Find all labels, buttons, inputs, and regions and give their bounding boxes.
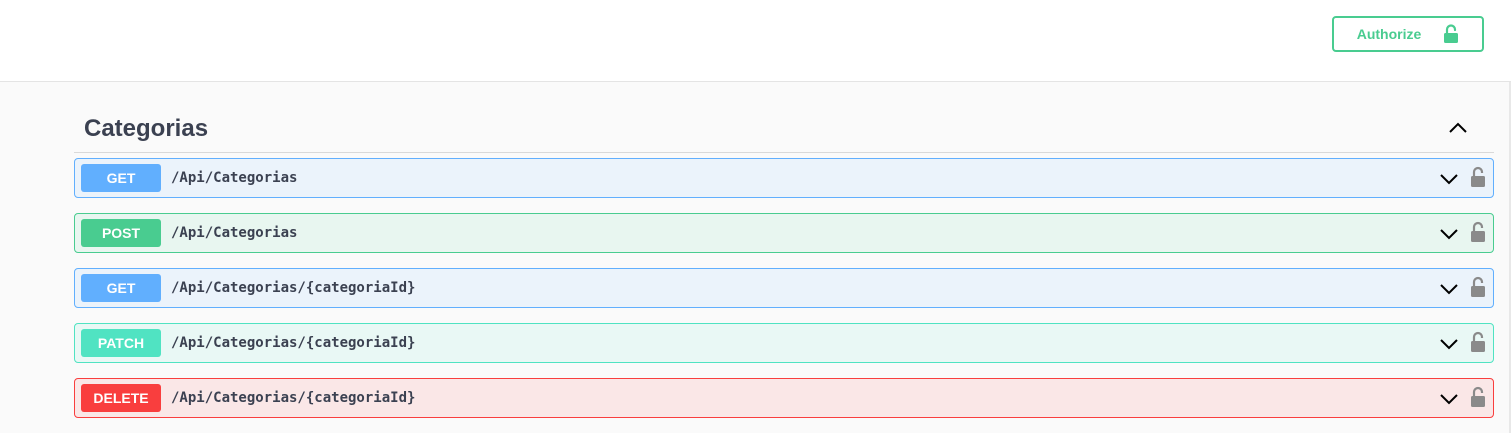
operation-path: /Api/Categorias/{categoriaId} — [171, 280, 416, 296]
operation-path: /Api/Categorias/{categoriaId} — [171, 335, 416, 351]
operation-patch-categoria[interactable]: PATCH /Api/Categorias/{categoriaId} — [74, 323, 1494, 363]
top-bar: Authorize — [0, 0, 1511, 82]
chevron-down-icon[interactable] — [1439, 336, 1459, 352]
operation-get-categoria-by-id[interactable]: GET /Api/Categorias/{categoriaId} — [74, 268, 1494, 308]
tag-section-header[interactable]: Categorias — [74, 104, 1494, 153]
chevron-down-icon[interactable] — [1439, 226, 1459, 242]
tag-title: Categorias — [84, 115, 209, 142]
operation-path: /Api/Categorias — [171, 170, 298, 186]
lock-icon[interactable] — [1470, 386, 1486, 408]
chevron-down-icon[interactable] — [1439, 391, 1459, 407]
operation-delete-categoria[interactable]: DELETE /Api/Categorias/{categoriaId} — [74, 378, 1494, 418]
method-badge: PATCH — [81, 329, 161, 357]
lock-icon[interactable] — [1470, 276, 1486, 298]
lock-icon[interactable] — [1470, 331, 1486, 353]
operation-path: /Api/Categorias — [171, 225, 298, 241]
authorize-label: Authorize — [1356, 26, 1422, 42]
method-badge: POST — [81, 219, 161, 247]
method-badge: DELETE — [81, 384, 161, 412]
operation-path: /Api/Categorias/{categoriaId} — [171, 390, 416, 406]
operation-get-categorias[interactable]: GET /Api/Categorias — [74, 158, 1494, 198]
chevron-down-icon[interactable] — [1439, 281, 1459, 297]
lock-icon[interactable] — [1470, 166, 1486, 188]
method-badge: GET — [81, 274, 161, 302]
lock-open-icon — [1443, 24, 1459, 44]
chevron-down-icon[interactable] — [1439, 171, 1459, 187]
lock-icon[interactable] — [1470, 221, 1486, 243]
authorize-button[interactable]: Authorize — [1332, 16, 1484, 52]
method-badge: GET — [81, 164, 161, 192]
chevron-up-icon[interactable] — [1446, 118, 1470, 138]
operation-post-categorias[interactable]: POST /Api/Categorias — [74, 213, 1494, 253]
